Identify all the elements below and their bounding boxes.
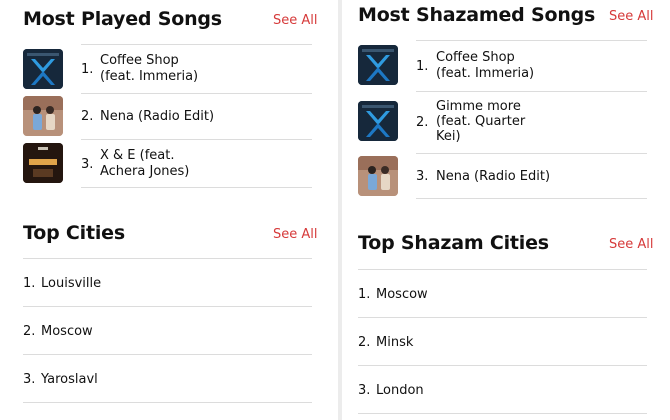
album-art[interactable] bbox=[23, 49, 63, 89]
city-rank: 3. bbox=[23, 372, 36, 387]
see-all-button[interactable]: See All bbox=[609, 9, 654, 24]
city-name: Louisville bbox=[41, 276, 102, 291]
city-rank: 2. bbox=[23, 324, 36, 339]
song-title-line1: Nena (Radio Edit) bbox=[436, 169, 551, 184]
city-rank: 1. bbox=[358, 287, 371, 302]
see-all-button[interactable]: See All bbox=[273, 13, 318, 28]
album-art[interactable] bbox=[23, 96, 63, 136]
blue-x-cover-icon bbox=[358, 101, 398, 141]
song-row[interactable]: 1. Coffee Shop (feat. Immeria) bbox=[342, 40, 670, 90]
section-title: Most Shazamed Songs bbox=[358, 4, 596, 26]
city-row[interactable]: 2. Minsk bbox=[342, 317, 670, 365]
song-rank: 2. bbox=[416, 115, 429, 130]
nena-cover-icon bbox=[358, 156, 398, 196]
song-rank: 3. bbox=[81, 157, 94, 172]
album-art[interactable] bbox=[358, 101, 398, 141]
album-art[interactable] bbox=[358, 45, 398, 85]
city-row[interactable]: 1. Louisville bbox=[0, 258, 338, 306]
song-title-line2: (feat. Immeria) bbox=[436, 66, 535, 81]
city-rank: 3. bbox=[358, 383, 371, 398]
song-title-line1: Coffee Shop bbox=[436, 50, 515, 65]
city-row[interactable]: 2. Moscow bbox=[0, 306, 338, 354]
city-row[interactable]: 1. Moscow bbox=[342, 269, 670, 317]
song-row[interactable]: 2. Gimme more (feat. Quarter Kei) bbox=[342, 91, 670, 153]
song-title-line1: X & E (feat. bbox=[100, 148, 175, 163]
song-rank: 1. bbox=[81, 62, 94, 77]
song-rank: 1. bbox=[416, 59, 429, 74]
row-divider bbox=[81, 187, 312, 188]
album-art[interactable] bbox=[23, 143, 63, 183]
song-row[interactable]: 3. Nena (Radio Edit) bbox=[342, 153, 670, 198]
song-row[interactable]: 1. Coffee Shop (feat. Immeria) bbox=[0, 44, 338, 92]
city-row[interactable]: 3. Yaroslavl bbox=[0, 354, 338, 402]
row-divider bbox=[23, 402, 312, 403]
song-rank: 2. bbox=[81, 109, 94, 124]
song-row[interactable]: 2. Nena (Radio Edit) bbox=[0, 93, 338, 138]
album-art[interactable] bbox=[358, 156, 398, 196]
song-title-line3: Kei) bbox=[436, 129, 461, 144]
city-row[interactable]: 3. London bbox=[342, 365, 670, 413]
city-name: Moscow bbox=[41, 324, 93, 339]
song-title-line2: (feat. Quarter bbox=[436, 114, 526, 129]
city-name: London bbox=[376, 383, 424, 398]
see-all-button[interactable]: See All bbox=[273, 227, 318, 242]
song-title-line2: (feat. Immeria) bbox=[100, 69, 199, 84]
city-name: Minsk bbox=[376, 335, 414, 350]
row-divider bbox=[358, 413, 647, 414]
song-title-line1: Coffee Shop bbox=[100, 53, 179, 68]
song-row[interactable]: 3. X & E (feat. Achera Jones) bbox=[0, 139, 338, 187]
nena-cover-icon bbox=[23, 96, 63, 136]
city-name: Moscow bbox=[376, 287, 428, 302]
city-rank: 2. bbox=[358, 335, 371, 350]
section-title: Top Shazam Cities bbox=[358, 232, 549, 254]
song-title-line2: Achera Jones) bbox=[100, 164, 190, 179]
see-all-button[interactable]: See All bbox=[609, 237, 654, 252]
song-rank: 3. bbox=[416, 169, 429, 184]
song-title-line1: Nena (Radio Edit) bbox=[100, 109, 215, 124]
song-title-line1: Gimme more bbox=[436, 99, 521, 114]
city-rank: 1. bbox=[23, 276, 36, 291]
blue-x-cover-icon bbox=[358, 45, 398, 85]
section-title: Most Played Songs bbox=[23, 8, 222, 30]
section-title: Top Cities bbox=[23, 222, 125, 244]
row-divider bbox=[416, 198, 647, 199]
blue-x-cover-icon bbox=[23, 49, 63, 89]
city-name: Yaroslavl bbox=[41, 372, 98, 387]
treasure-cover-icon bbox=[23, 143, 63, 183]
